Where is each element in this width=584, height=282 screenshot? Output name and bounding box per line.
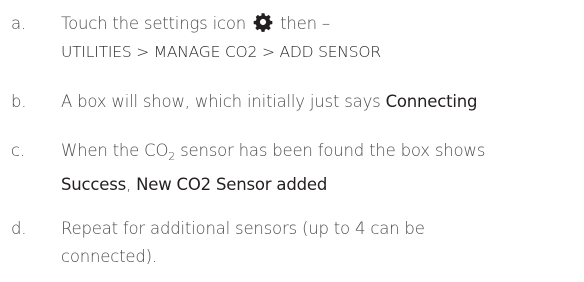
step-d: d. Repeat for additional sensors (up to … xyxy=(0,215,425,271)
step-d-line-1: Repeat for additional sensors (up to 4 c… xyxy=(61,219,425,238)
status-success: Success xyxy=(61,175,127,194)
step-c-line-2: Success, New CO2 Sensor added xyxy=(61,171,485,199)
step-c-text: When the CO xyxy=(61,141,169,160)
step-marker: b. xyxy=(11,92,27,111)
step-b-text: A box will show, which initially just sa… xyxy=(61,92,381,111)
step-a-text: Touch the settings icon xyxy=(61,14,247,33)
step-a-text-after: then – xyxy=(280,14,330,33)
step-marker: d. xyxy=(11,219,27,238)
step-c-line-1: When the CO2 sensor has been found the b… xyxy=(61,137,485,171)
step-marker: c. xyxy=(11,141,25,160)
status-connecting: Connecting xyxy=(385,92,478,111)
step-a: a. Touch the settings icon then – UTILIT… xyxy=(0,10,381,66)
menu-path: UTILITIES > MANAGE CO2 > ADD SENSOR xyxy=(61,43,381,61)
step-b: b. A box will show, which initially just… xyxy=(0,88,478,116)
co2-subscript: 2 xyxy=(168,150,176,163)
step-marker: a. xyxy=(11,14,26,33)
status-separator: , xyxy=(126,175,132,194)
step-c: c. When the CO2 sensor has been found th… xyxy=(0,137,485,199)
gear-icon xyxy=(253,13,273,32)
step-a-line-1: Touch the settings icon then – xyxy=(61,10,381,38)
status-sensor-added: New CO2 Sensor added xyxy=(136,175,328,194)
step-c-text-after: sensor has been found the box shows xyxy=(180,141,486,160)
step-d-line-2: connected). xyxy=(61,247,157,266)
step-b-line: A box will show, which initially just sa… xyxy=(61,88,478,116)
